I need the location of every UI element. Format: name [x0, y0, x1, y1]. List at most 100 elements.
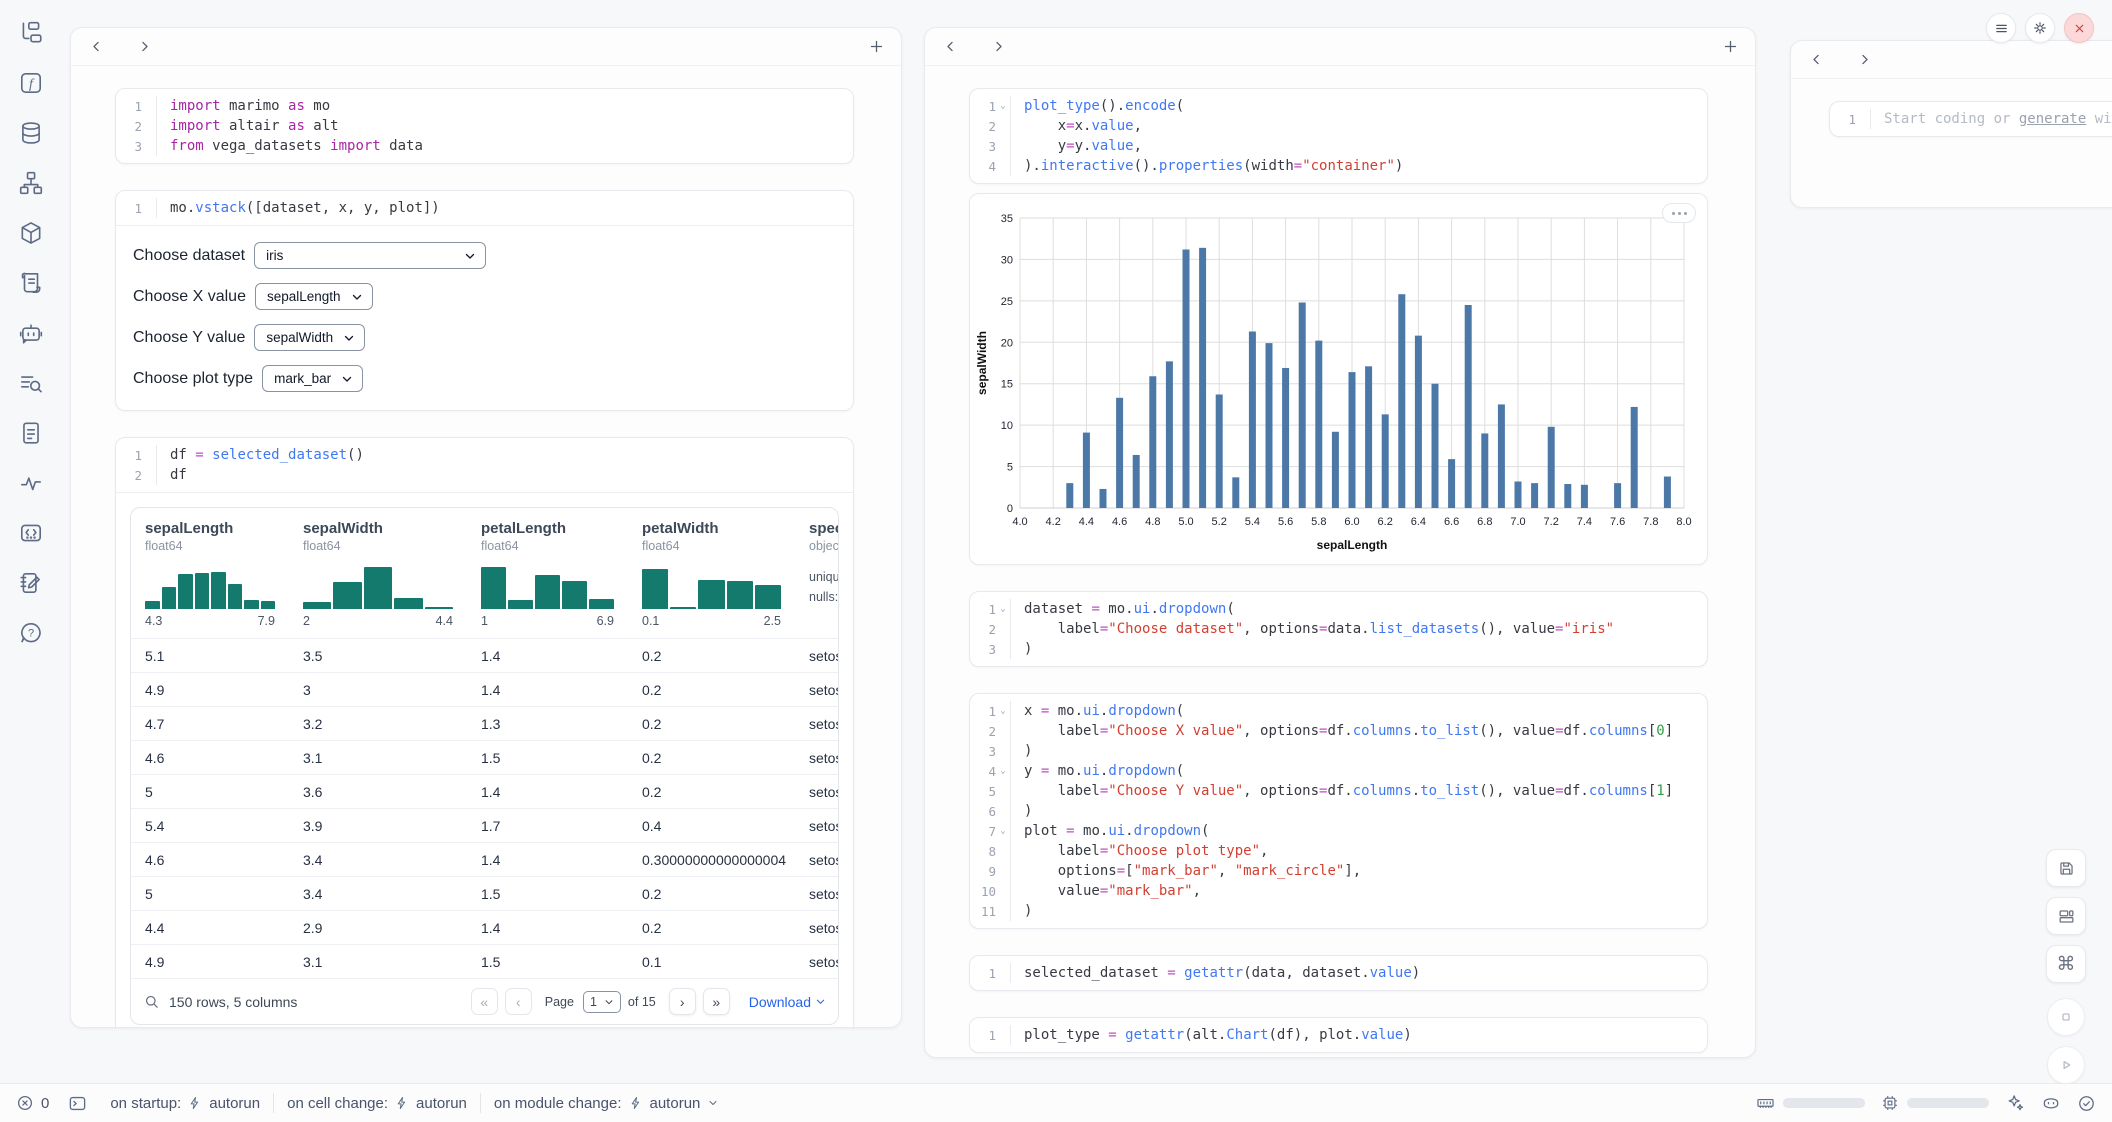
table-cell: setos: [795, 784, 839, 800]
dropdown-choose-y-value[interactable]: sepalWidth: [254, 324, 365, 351]
snippets-icon[interactable]: [12, 514, 50, 552]
table-cell: setos: [795, 648, 839, 664]
code-line: 1import marimo as mo: [116, 96, 853, 116]
help-icon[interactable]: ?: [12, 614, 50, 652]
variables-icon[interactable]: f: [12, 64, 50, 102]
code-editor[interactable]: 1⌄plot_type().encode(2 x=x.value,3 y=y.v…: [970, 89, 1707, 183]
table-column-header: speciobjecuniqunulls:: [795, 520, 838, 638]
download-button[interactable]: Download: [749, 994, 826, 1010]
layout-panels-icon[interactable]: [2046, 897, 2086, 935]
svg-text:4.4: 4.4: [1079, 516, 1094, 528]
code-placeholder[interactable]: Start coding or generate with: [1870, 109, 2112, 129]
code-editor[interactable]: 1selected_dataset = getattr(data, datase…: [970, 956, 1707, 990]
chevron-left-icon[interactable]: [85, 36, 107, 58]
column-name[interactable]: petalWidth: [642, 520, 781, 537]
next-page-button[interactable]: ›: [669, 988, 696, 1015]
autorun-setting[interactable]: on module change:autorun: [494, 1095, 719, 1112]
dataframe-output: sepalLengthfloat644.37.9 sepalWidth float6…: [116, 492, 853, 1028]
tracing-icon[interactable]: [12, 464, 50, 502]
search-icon[interactable]: [143, 993, 160, 1010]
file-explorer-icon[interactable]: [12, 14, 50, 52]
svg-text:4.8: 4.8: [1145, 516, 1160, 528]
code-line: 2 label="Choose X value", options=df.col…: [970, 721, 1707, 741]
code-editor[interactable]: 1⌄x = mo.ui.dropdown(2 label="Choose X v…: [970, 694, 1707, 928]
menu-icon[interactable]: [1986, 13, 2016, 43]
line-number: 1: [1830, 112, 1856, 127]
data-sources-icon[interactable]: [12, 114, 50, 152]
error-count-badge[interactable]: 0: [16, 1094, 49, 1112]
add-cell-icon[interactable]: [1719, 36, 1741, 58]
table-cell: 1.4: [467, 852, 628, 868]
code-line: 1selected_dataset = getattr(data, datase…: [970, 963, 1707, 983]
svg-text:6.6: 6.6: [1444, 516, 1459, 528]
svg-text:8.0: 8.0: [1676, 516, 1691, 528]
bar-chart[interactable]: 4.04.24.44.64.85.05.25.45.65.86.06.26.46…: [974, 204, 1698, 556]
keyboard-shortcuts-icon[interactable]: ⌘: [2046, 945, 2086, 983]
autorun-setting[interactable]: on cell change:autorun: [287, 1095, 467, 1112]
chevron-right-icon[interactable]: [987, 36, 1009, 58]
code-editor[interactable]: 1⌄dataset = mo.ui.dropdown(2 label="Choo…: [970, 592, 1707, 666]
column-histogram: [145, 563, 275, 609]
code-editor[interactable]: 1df = selected_dataset()2df: [116, 438, 853, 492]
connection-check-icon[interactable]: [2077, 1094, 2096, 1113]
chat-icon[interactable]: [12, 314, 50, 352]
column-name[interactable]: sepalWidth: [303, 520, 453, 537]
chevron-right-icon[interactable]: [133, 36, 155, 58]
first-page-button[interactable]: «: [471, 988, 498, 1015]
copilot-icon[interactable]: [2041, 1093, 2061, 1113]
chevron-right-icon[interactable]: [1853, 49, 1875, 71]
svg-text:6.2: 6.2: [1378, 516, 1393, 528]
save-icon[interactable]: [2046, 849, 2086, 887]
column-name[interactable]: sepalLength: [145, 520, 275, 537]
column-histogram: [642, 563, 781, 609]
logs-icon[interactable]: [12, 364, 50, 402]
chart-menu-icon[interactable]: [1662, 203, 1696, 223]
table-row: 53.41.50.2setos: [131, 876, 838, 910]
svg-text:5: 5: [1007, 462, 1013, 474]
dropdown-choose-dataset[interactable]: iris: [254, 242, 486, 269]
column-type: float64: [481, 539, 614, 553]
dependency-graph-icon[interactable]: [12, 164, 50, 202]
code-editor[interactable]: 1import marimo as mo2import altair as al…: [116, 89, 853, 163]
code-editor[interactable]: 1plot_type = getattr(alt.Chart(df), plot…: [970, 1018, 1707, 1052]
ai-sparkles-icon[interactable]: [2005, 1093, 2025, 1113]
stop-icon[interactable]: [2047, 998, 2085, 1036]
autorun-setting[interactable]: on startup:autorun: [110, 1095, 260, 1112]
outline-icon[interactable]: [12, 264, 50, 302]
svg-text:sepalWidth: sepalWidth: [975, 331, 989, 395]
page-select[interactable]: 1: [583, 991, 621, 1013]
floating-actions: ⌘: [2046, 849, 2086, 1084]
dropdown-choose-x-value[interactable]: sepalLength: [255, 283, 373, 310]
cell-vstack: 1mo.vstack([dataset, x, y, plot]) Choose…: [115, 190, 854, 411]
table-cell: setos: [795, 852, 839, 868]
table-cell: 1.3: [467, 716, 628, 732]
run-icon[interactable]: [2047, 1046, 2085, 1084]
column-name[interactable]: speci: [809, 520, 824, 537]
chevron-left-icon[interactable]: [1805, 49, 1827, 71]
code-editor[interactable]: 1mo.vstack([dataset, x, y, plot]): [116, 191, 853, 225]
packages-icon[interactable]: [12, 214, 50, 252]
dropdown-choose-plot-type[interactable]: mark_bar: [262, 365, 363, 392]
documentation-icon[interactable]: [12, 414, 50, 452]
code-editor[interactable]: 1 Start coding or generate with: [1830, 102, 2112, 136]
settings-gear-icon[interactable]: [2025, 13, 2055, 43]
last-page-button[interactable]: »: [703, 988, 730, 1015]
table-cell: 3.6: [289, 784, 467, 800]
table-column-header: sepalLengthfloat644.37.9: [131, 520, 289, 638]
table-cell: 0.2: [628, 648, 795, 664]
cell-plot-type: 1plot_type = getattr(alt.Chart(df), plot…: [969, 1017, 1708, 1053]
chevron-left-icon[interactable]: [939, 36, 961, 58]
column-name[interactable]: petalLength: [481, 520, 614, 537]
svg-text:15: 15: [1001, 379, 1013, 391]
close-icon[interactable]: [2064, 13, 2094, 43]
cpu-meter: [1881, 1094, 1989, 1112]
window-buttons: [1986, 13, 2094, 43]
chart-output[interactable]: 4.04.24.44.64.85.05.25.45.65.86.06.26.46…: [969, 193, 1708, 565]
column-histogram: [303, 563, 453, 609]
terminal-button[interactable]: [68, 1094, 87, 1113]
scratchpad-icon[interactable]: [12, 564, 50, 602]
dropdown-label: Choose X value: [133, 288, 246, 306]
code-line: 4).interactive().properties(width="conta…: [970, 156, 1707, 176]
prev-page-button[interactable]: ‹: [505, 988, 532, 1015]
add-cell-icon[interactable]: [865, 36, 887, 58]
